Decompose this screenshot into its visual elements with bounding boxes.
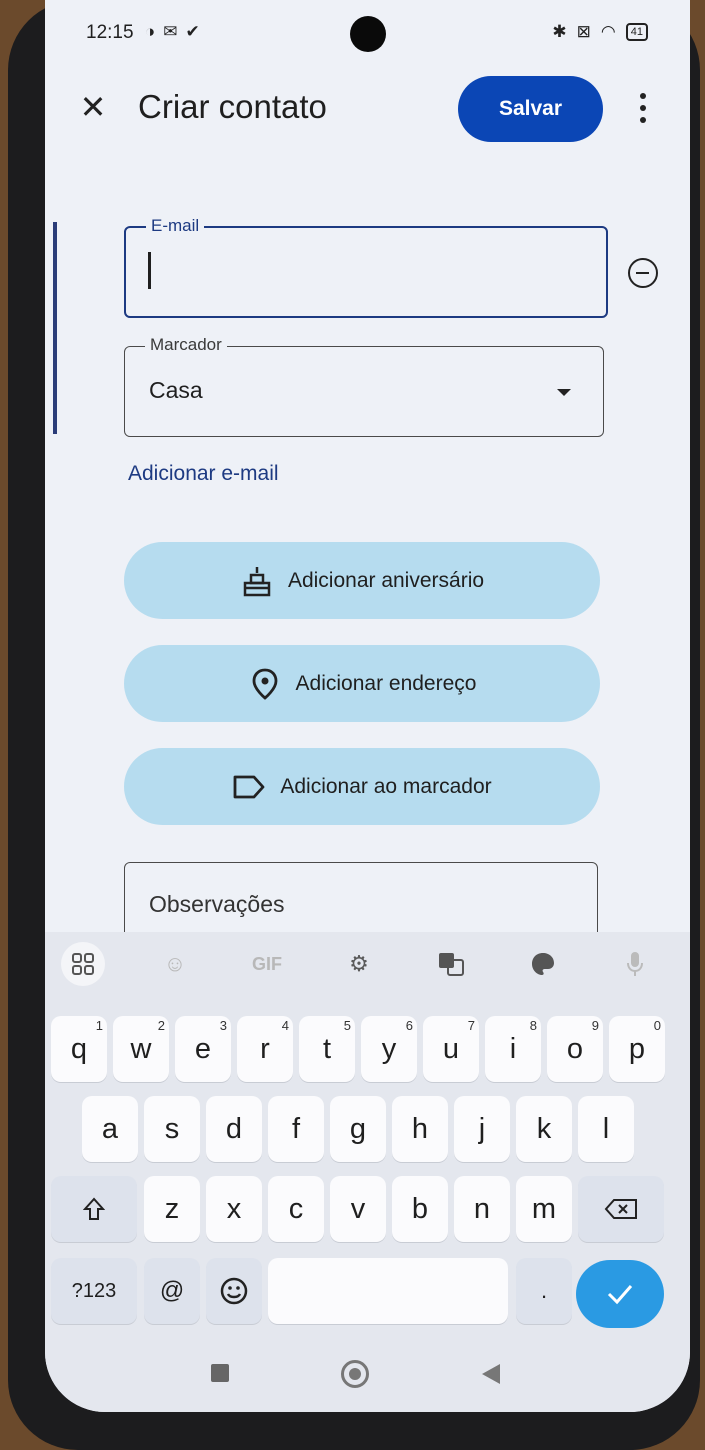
status-icons-right: ✱ ⊠ ◠ 41: [552, 22, 648, 42]
close-icon[interactable]: ✕: [75, 86, 111, 128]
key-u[interactable]: u7: [423, 1016, 479, 1082]
key-v[interactable]: v: [330, 1176, 386, 1242]
screen: 12:15 ◑ ✉ ✔ ✱ ⊠ ◠ 41 ✕ Criar contato Sal…: [45, 0, 690, 1412]
recent-apps-icon[interactable]: [211, 1364, 229, 1382]
mic-icon[interactable]: [613, 942, 657, 986]
add-birthday-label: Adicionar aniversário: [287, 568, 485, 592]
key-o[interactable]: o9: [547, 1016, 603, 1082]
gmail-icon: ✉: [163, 22, 178, 41]
key-m[interactable]: m: [516, 1176, 572, 1242]
add-address-label: Adicionar endereço: [295, 671, 477, 695]
sticker-icon[interactable]: ☺: [153, 942, 197, 986]
label-dropdown-value: Casa: [149, 377, 203, 403]
key-q[interactable]: q1: [51, 1016, 107, 1082]
email-field-label: E-mail: [146, 216, 205, 236]
key-y[interactable]: y6: [361, 1016, 417, 1082]
phone-frame: 12:15 ◑ ✉ ✔ ✱ ⊠ ◠ 41 ✕ Criar contato Sal…: [8, 0, 700, 1450]
sim-icon: ⊠: [576, 22, 591, 41]
save-button[interactable]: Salvar: [458, 76, 603, 142]
key-x[interactable]: x: [206, 1176, 262, 1242]
gif-button[interactable]: GIF: [245, 942, 289, 986]
notes-placeholder: Observações: [149, 891, 285, 917]
add-to-label-label: Adicionar ao marcador: [280, 774, 492, 798]
add-email-link[interactable]: Adicionar e-mail: [128, 462, 279, 486]
wifi-icon: ◠: [600, 22, 616, 41]
home-icon[interactable]: [341, 1360, 369, 1388]
more-options-icon[interactable]: [628, 88, 658, 128]
remove-field-icon[interactable]: [628, 258, 658, 288]
label-dropdown[interactable]: Marcador Casa: [124, 335, 604, 437]
enter-key[interactable]: [576, 1260, 664, 1328]
key-c[interactable]: c: [268, 1176, 324, 1242]
cake-icon: [240, 564, 274, 598]
key-w[interactable]: w2: [113, 1016, 169, 1082]
key-j[interactable]: j: [454, 1096, 510, 1162]
on-screen-keyboard: ☺ GIF ⚙ q1 w2 e3 r4 t5 y6 u7 i8 o 9 p 0 …: [45, 932, 690, 1412]
key-s[interactable]: s: [144, 1096, 200, 1162]
label-dropdown-label: Marcador: [145, 335, 227, 355]
status-time: 12:15: [86, 22, 134, 43]
key-k[interactable]: k: [516, 1096, 572, 1162]
keyboard-toolbar: ☺ GIF ⚙: [45, 932, 690, 998]
key-i[interactable]: i8: [485, 1016, 541, 1082]
add-address-button[interactable]: Adicionar endereço: [124, 645, 600, 722]
palette-icon[interactable]: [521, 942, 565, 986]
symbols-key[interactable]: ?123: [51, 1258, 137, 1324]
bluetooth-icon: ✱: [552, 22, 567, 41]
key-n[interactable]: n: [454, 1176, 510, 1242]
backspace-key[interactable]: [578, 1176, 664, 1242]
settings-icon[interactable]: ⚙: [337, 942, 381, 986]
key-f[interactable]: f: [268, 1096, 324, 1162]
email-field[interactable]: E-mail: [124, 216, 608, 318]
back-icon[interactable]: [482, 1364, 500, 1384]
front-camera: [350, 16, 386, 52]
apps-grid-icon[interactable]: [61, 942, 105, 986]
key-z[interactable]: z: [144, 1176, 200, 1242]
period-key[interactable]: .: [516, 1258, 572, 1324]
status-icons-left: ◑ ✉ ✔: [145, 22, 200, 42]
label-icon: [232, 770, 266, 804]
emoji-icon[interactable]: [206, 1258, 262, 1324]
shift-key[interactable]: [51, 1176, 137, 1242]
space-bar[interactable]: [268, 1258, 508, 1324]
text-cursor: [148, 252, 151, 289]
translate-icon[interactable]: [429, 942, 473, 986]
key-h[interactable]: h: [392, 1096, 448, 1162]
check-circle-icon: ✔: [185, 22, 200, 41]
key-l[interactable]: l: [578, 1096, 634, 1162]
key-r[interactable]: r4: [237, 1016, 293, 1082]
key-g[interactable]: g: [330, 1096, 386, 1162]
add-to-label-button[interactable]: Adicionar ao marcador: [124, 748, 600, 825]
key-e[interactable]: e3: [175, 1016, 231, 1082]
key-a[interactable]: a: [82, 1096, 138, 1162]
key-p[interactable]: p0: [609, 1016, 665, 1082]
circle-half-icon: ◑: [145, 22, 156, 41]
dropdown-arrow-icon: [557, 389, 571, 396]
add-birthday-button[interactable]: Adicionar aniversário: [124, 542, 600, 619]
at-key[interactable]: @: [144, 1258, 200, 1324]
battery-indicator: 41: [625, 23, 648, 41]
location-pin-icon: [248, 667, 282, 701]
key-d[interactable]: d: [206, 1096, 262, 1162]
section-accent-bar: [53, 222, 57, 434]
key-t[interactable]: t5: [299, 1016, 355, 1082]
key-b[interactable]: b: [392, 1176, 448, 1242]
page-title: Criar contato: [138, 88, 327, 125]
